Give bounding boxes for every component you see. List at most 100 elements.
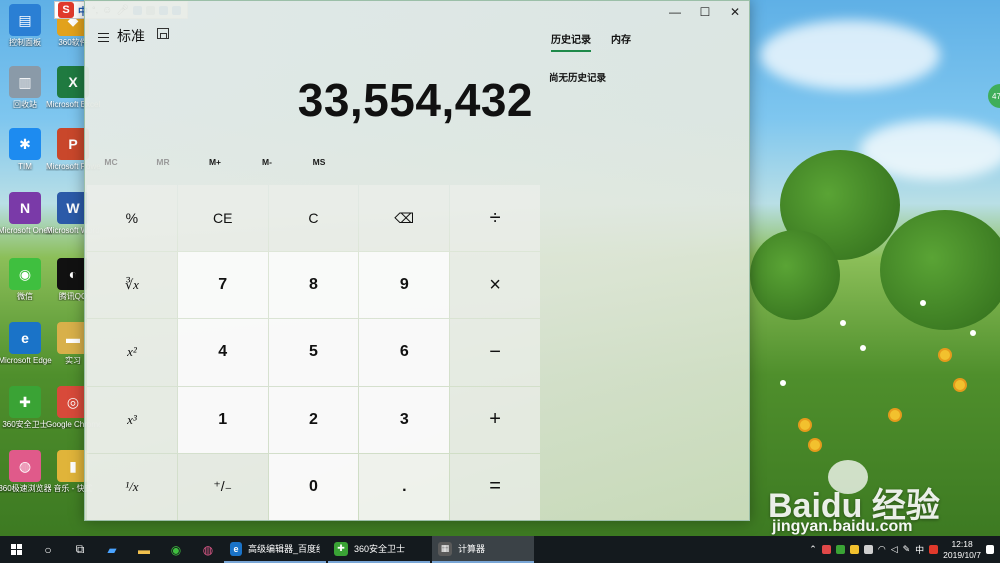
desktop-icon-label: 微信: [17, 292, 33, 301]
app-icon: e: [9, 322, 41, 354]
title-bar[interactable]: — ☐ ✕: [85, 1, 749, 25]
taskbar-app-label: 360安全卫士: [354, 544, 406, 554]
file-explorer-icon[interactable]: ▬: [128, 536, 160, 563]
minimize-icon[interactable]: —: [660, 1, 690, 23]
task-view-icon[interactable]: ⧉: [64, 536, 96, 563]
taskbar-app-button[interactable]: ▦ 计算器: [432, 536, 534, 563]
key-button[interactable]: x³: [87, 386, 177, 453]
key-button[interactable]: 4: [177, 319, 268, 386]
keep-on-top-icon[interactable]: [157, 28, 169, 39]
taskbar-app-button[interactable]: ✚ 360安全卫士: [328, 536, 430, 563]
key-button[interactable]: 3: [359, 386, 450, 453]
volume-icon[interactable]: ◁: [891, 544, 898, 555]
app-icon: ✱: [9, 128, 41, 160]
key-button[interactable]: ¹/x: [87, 453, 177, 520]
pinned-app-icon[interactable]: ▰: [96, 536, 128, 563]
app-icon: N: [9, 192, 41, 224]
desktop-icon[interactable]: ✚ 360安全卫士: [0, 386, 50, 429]
taskbar-app-button[interactable]: e 高级编辑器_百度经...: [224, 536, 326, 563]
tray-app-icon[interactable]: [835, 545, 845, 554]
side-panel-tabs: 历史记录 内存: [551, 31, 631, 52]
desktop-icon[interactable]: ▤ 控制面板: [0, 4, 50, 47]
key-button[interactable]: −: [450, 319, 540, 386]
key-button[interactable]: x²: [87, 319, 177, 386]
desktop-icon-label: 360极速浏览器: [0, 484, 52, 493]
app-icon: ▤: [9, 4, 41, 36]
desktop-icon[interactable]: N Microsoft OneNote: [0, 192, 52, 235]
clock-date: 2019/10/7: [943, 549, 981, 560]
key-button[interactable]: CE: [177, 185, 268, 252]
taskbar-apps: e 高级编辑器_百度经... ✚ 360安全卫士 ▦ 计算器: [224, 536, 536, 563]
desktop-icon-label: 360安全卫士: [2, 420, 48, 429]
app-icon: ◉: [9, 258, 41, 290]
baidu-url: jingyan.baidu.com: [772, 518, 913, 535]
tray-app-icon[interactable]: [849, 545, 859, 554]
desktop-icon[interactable]: e Microsoft Edge: [0, 322, 52, 365]
key-button[interactable]: %: [87, 185, 177, 252]
app-icon: ✚: [9, 386, 41, 418]
memory-button-mr[interactable]: MR: [137, 157, 189, 167]
clock[interactable]: 12:18 2019/10/7: [943, 539, 981, 561]
key-button[interactable]: ÷: [450, 185, 540, 252]
wechat-icon[interactable]: ◉: [160, 536, 192, 563]
key-button[interactable]: 6: [359, 319, 450, 386]
clock-time: 12:18: [951, 538, 973, 549]
tray-ime-indicator[interactable]: 中: [915, 543, 924, 556]
taskbar-app-icon: ✚: [334, 541, 348, 556]
key-button[interactable]: 9: [359, 252, 450, 319]
show-hidden-icon[interactable]: ⌃: [809, 544, 817, 555]
key-button[interactable]: ⌫: [359, 185, 450, 252]
taskbar-app-label: 高级编辑器_百度经...: [247, 544, 320, 554]
memory-button-mc[interactable]: MC: [85, 157, 137, 167]
notification-icon[interactable]: [986, 545, 994, 554]
key-button[interactable]: 1: [177, 386, 268, 453]
app-icon: ▥: [9, 66, 41, 98]
start-button[interactable]: [0, 536, 32, 563]
sogou-tray-icon[interactable]: [929, 545, 939, 554]
memory-row: MC MR M+ M- MS: [85, 157, 541, 177]
desktop-icon[interactable]: ◉ 微信: [0, 258, 50, 301]
close-icon[interactable]: ✕: [720, 1, 750, 23]
key-button[interactable]: 0: [268, 453, 359, 520]
key-button[interactable]: 7: [177, 252, 268, 319]
tab-history[interactable]: 历史记录: [551, 31, 591, 52]
key-button[interactable]: 8: [268, 252, 359, 319]
maximize-icon[interactable]: ☐: [690, 1, 720, 23]
search-icon[interactable]: ○: [32, 536, 64, 563]
memory-button-m[interactable]: M-: [241, 157, 293, 167]
system-tray: ⌃ ◠ ◁ ✎ 中 12:18 2019/10/7: [809, 536, 1000, 563]
desktop-icon-label: TIM: [18, 162, 32, 171]
memory-button-m[interactable]: M+: [189, 157, 241, 167]
calculator-window: — ☐ ✕ 标准 33,554,432 MC MR M+ M- MS % CE C ⌫ ÷ ∛x 7…: [84, 0, 750, 521]
key-button[interactable]: C: [268, 185, 359, 252]
desktop-icon-label: 回收站: [13, 100, 37, 109]
key-button[interactable]: +: [450, 386, 540, 453]
memory-button-ms[interactable]: MS: [293, 157, 345, 167]
keypad: % CE C ⌫ ÷ ∛x 7 8 9 × x² 4 5 6− x³ 1 2 3 + ¹/x ⁺/₋ 0. =: [87, 185, 540, 520]
hamburger-menu-icon[interactable]: [91, 27, 115, 47]
taskbar: ○ ⧉ ▰ ▬ ◉ ◍ e 高级编辑器_百度经... ✚ 360安全卫士 ▦ 计算器 ⌃ …: [0, 536, 1000, 563]
wifi-icon[interactable]: ◠: [878, 544, 886, 555]
desktop-icon[interactable]: ▥ 回收站: [0, 66, 50, 109]
app-icon: ◍: [9, 450, 41, 482]
sogou-logo-icon[interactable]: S: [58, 2, 74, 18]
result-value: 33,554,432: [297, 74, 533, 126]
key-button[interactable]: 5: [268, 319, 359, 386]
key-button[interactable]: =: [450, 453, 540, 520]
key-button[interactable]: ∛x: [87, 252, 177, 319]
browser-icon[interactable]: ◍: [192, 536, 224, 563]
key-button[interactable]: 2: [268, 386, 359, 453]
desktop-icon[interactable]: ✱ TIM: [0, 128, 50, 171]
desktop-icon-label: Microsoft OneNote: [0, 226, 52, 235]
desktop-icon-label: 控制面板: [9, 38, 41, 47]
desktop-icon[interactable]: ◍ 360极速浏览器: [0, 450, 52, 493]
key-button[interactable]: ⁺/₋: [177, 453, 268, 520]
key-button[interactable]: ×: [450, 252, 540, 319]
tray-app-icon[interactable]: [821, 545, 831, 554]
desktop-icon-label: Microsoft Edge: [0, 356, 52, 365]
taskbar-app-label: 计算器: [458, 544, 486, 554]
key-button[interactable]: .: [359, 453, 450, 520]
battery-icon[interactable]: [863, 545, 873, 554]
pen-icon[interactable]: ✎: [903, 544, 911, 555]
tab-memory[interactable]: 内存: [611, 31, 631, 52]
